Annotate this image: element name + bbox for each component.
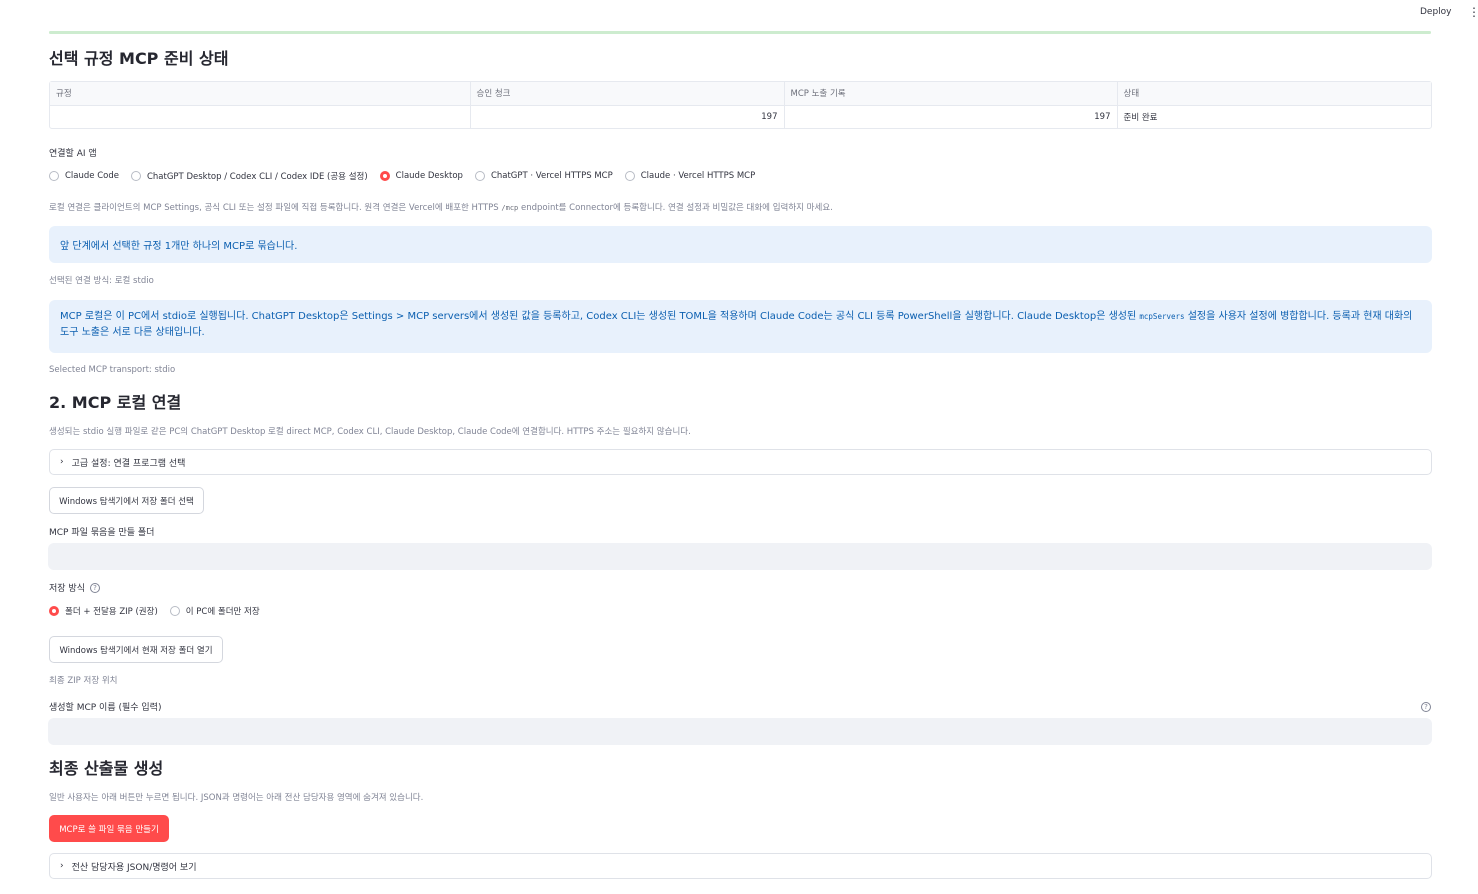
save-mode-label: 저장 방식 ? bbox=[49, 581, 100, 594]
radio-claude-vercel[interactable]: Claude · Vercel HTTPS MCP bbox=[624, 171, 755, 181]
section-local-desc: 생성되는 stdio 실행 파일로 같은 PC의 ChatGPT Desktop… bbox=[49, 427, 691, 437]
deploy-button[interactable]: Deploy bbox=[1420, 5, 1452, 19]
progress-fill bbox=[49, 31, 1431, 34]
radio-claude-desktop[interactable]: Claude Desktop bbox=[379, 171, 463, 181]
info-local: MCP 로컬은 이 PC에서 stdio로 실행됩니다. ChatGPT Des… bbox=[49, 300, 1432, 353]
radio-chatgpt-vercel[interactable]: ChatGPT · Vercel HTTPS MCP bbox=[474, 171, 613, 181]
radio-dot[interactable] bbox=[130, 171, 141, 181]
radio-dot[interactable] bbox=[624, 171, 635, 181]
radio-dot-selected[interactable] bbox=[379, 171, 390, 181]
column-header-status[interactable]: 상태 bbox=[1117, 82, 1431, 106]
section-final-desc: 일반 사용자는 아래 버튼만 누르면 됩니다. JSON과 명령어는 아래 전산… bbox=[49, 793, 424, 803]
save-mode-radio-group: 폴더 + 전달용 ZIP (권장) 이 PC에 폴더만 저장 bbox=[49, 605, 272, 617]
help-icon[interactable]: ? bbox=[1421, 702, 1431, 712]
open-folder-button[interactable]: Windows 탐색기에서 현재 저장 폴더 열기 bbox=[49, 636, 223, 663]
cell-status: 준비 완료 bbox=[1123, 113, 1158, 124]
admin-json-expander[interactable]: › 전산 담당자용 JSON/명령어 보기 bbox=[49, 853, 1432, 879]
mcp-name-input[interactable] bbox=[48, 718, 1432, 745]
app-select-help: 로컬 연결은 클라이언트의 MCP Settings, 공식 CLI 또는 설정… bbox=[49, 203, 833, 213]
top-bar bbox=[0, 0, 1478, 30]
radio-dot[interactable] bbox=[474, 171, 485, 181]
radio-dot[interactable] bbox=[49, 171, 59, 181]
selected-method-caption: 선택된 연결 방식: 로컬 stdio bbox=[49, 276, 154, 286]
cell-records: 197 bbox=[784, 105, 1118, 129]
radio-dot-selected[interactable] bbox=[49, 606, 59, 616]
folder-input[interactable] bbox=[48, 543, 1432, 570]
vertical-dots-icon[interactable]: ⋮ bbox=[1468, 4, 1478, 20]
cell-chunks: 197 bbox=[470, 105, 785, 129]
radio-folder-zip[interactable]: 폴더 + 전달용 ZIP (권장) bbox=[49, 605, 158, 617]
table-row[interactable]: 197 197 준비 완료 bbox=[50, 105, 1431, 129]
section-title-final: 최종 산출물 생성 bbox=[49, 759, 164, 778]
chevron-right-icon: › bbox=[60, 457, 64, 467]
app-select-label: 연결할 AI 앱 bbox=[49, 149, 97, 159]
radio-dot[interactable] bbox=[169, 606, 180, 616]
section-title-local: 2. MCP 로컬 연결 bbox=[49, 393, 182, 412]
info-bundle: 앞 단계에서 선택한 규정 1개만 하나의 MCP로 묶습니다. bbox=[49, 226, 1432, 263]
column-header-rule[interactable]: 규정 bbox=[50, 82, 471, 106]
create-bundle-button[interactable]: MCP로 쓸 파일 묶음 만들기 bbox=[49, 815, 169, 842]
app-radio-group: Claude Code ChatGPT Desktop / Codex CLI … bbox=[49, 170, 767, 182]
progress-bar bbox=[49, 31, 1431, 34]
column-header-chunks[interactable]: 승인 청크 bbox=[470, 82, 785, 106]
section-title-readiness: 선택 규정 MCP 준비 상태 bbox=[49, 49, 229, 68]
pick-folder-button[interactable]: Windows 탐색기에서 저장 폴더 선택 bbox=[49, 487, 204, 514]
transport-caption: Selected MCP transport: stdio bbox=[49, 365, 176, 375]
folder-label: MCP 파일 묶음을 만들 폴더 bbox=[49, 528, 155, 538]
column-header-records[interactable]: MCP 노출 기록 bbox=[784, 82, 1118, 106]
help-icon[interactable]: ? bbox=[89, 582, 100, 593]
advanced-program-expander[interactable]: › 고급 설정: 연결 프로그램 선택 bbox=[49, 449, 1432, 475]
radio-chatgpt-codex[interactable]: ChatGPT Desktop / Codex CLI / Codex IDE … bbox=[130, 170, 368, 182]
zip-location-caption: 최종 ZIP 저장 위치 bbox=[49, 676, 118, 686]
mcp-name-label: 생성할 MCP 이름 (필수 입력) bbox=[49, 703, 162, 713]
radio-folder-only[interactable]: 이 PC에 폴더만 저장 bbox=[169, 605, 260, 617]
cell-rule bbox=[50, 105, 471, 129]
radio-claude-code[interactable]: Claude Code bbox=[49, 171, 119, 181]
chevron-right-icon: › bbox=[60, 861, 64, 871]
readiness-table[interactable]: 규정 승인 청크 MCP 노출 기록 상태 197 197 준비 완료 bbox=[49, 81, 1432, 129]
